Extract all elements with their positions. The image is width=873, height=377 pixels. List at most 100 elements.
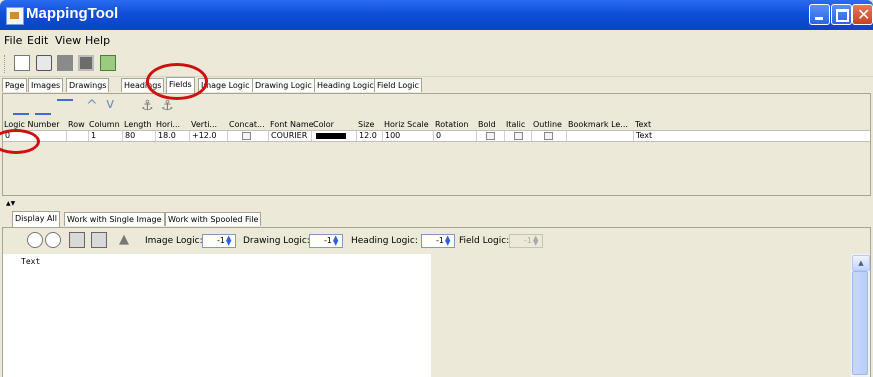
cell-row[interactable] <box>67 131 89 141</box>
col-font-name[interactable]: Font Name <box>270 120 314 129</box>
fields-toolbar: ^ v ⚓ ⚓ <box>3 94 870 119</box>
table-header: Logic Number Row Column Length Hori... V… <box>3 120 870 130</box>
tab-display-all[interactable]: Display All <box>12 211 60 227</box>
delete-row-icon[interactable] <box>57 99 73 115</box>
image-logic-spinner[interactable]: -1 ▲ ▼ <box>202 234 236 248</box>
menu-edit[interactable]: Edit <box>27 34 48 47</box>
cell-column[interactable]: 1 <box>89 131 123 141</box>
concat-checkbox[interactable] <box>242 132 251 140</box>
insert-row-icon[interactable] <box>35 99 51 115</box>
col-text[interactable]: Text <box>635 120 651 129</box>
table-row[interactable]: 0 1 80 18.0 +12.0 COURIER 12.0 100 0 Tex… <box>3 130 870 142</box>
display-toolbar: ▲ Image Logic: -1 ▲ ▼ Drawing Logic: -1 ▲ ▼ … <box>3 228 870 254</box>
tab-page[interactable]: Page <box>2 78 28 92</box>
add-row-icon[interactable] <box>13 99 29 115</box>
col-concat[interactable]: Concat... <box>229 120 265 129</box>
heading-logic-spinner[interactable]: -1 ▲ ▼ <box>421 234 455 248</box>
menu-help[interactable]: Help <box>85 34 110 47</box>
bold-checkbox[interactable] <box>486 132 495 140</box>
tab-drawing-logic[interactable]: Drawing Logic <box>252 78 315 92</box>
italic-checkbox[interactable] <box>514 132 523 140</box>
tab-spooled-file[interactable]: Work with Spooled File <box>165 212 262 226</box>
col-rotation[interactable]: Rotation <box>435 120 468 129</box>
scroll-thumb[interactable] <box>852 271 868 375</box>
col-bold[interactable]: Bold <box>478 120 496 129</box>
col-verti[interactable]: Verti... <box>191 120 217 129</box>
title-bar: MappingTool ✕ <box>0 0 873 30</box>
color-swatch[interactable] <box>316 133 346 139</box>
preview-area <box>431 254 851 377</box>
display-panel: ▲ Image Logic: -1 ▲ ▼ Drawing Logic: -1 ▲ ▼ … <box>2 227 871 377</box>
open-folder-icon[interactable] <box>36 55 52 71</box>
col-hori[interactable]: Hori... <box>156 120 180 129</box>
zoom-out-icon[interactable] <box>27 232 43 248</box>
tab-field-logic[interactable]: Field Logic <box>374 78 422 92</box>
col-color[interactable]: Color <box>313 120 334 129</box>
anchor-icon[interactable]: ⚓ <box>141 98 157 114</box>
cell-size[interactable]: 12.0 <box>357 131 383 141</box>
cell-italic[interactable] <box>505 131 532 141</box>
split-arrows-icon[interactable]: ▲▼ <box>6 200 15 207</box>
move-down-icon[interactable]: v <box>106 97 122 115</box>
move-up-icon[interactable]: ^ <box>86 99 102 115</box>
zoom-in-icon[interactable] <box>45 232 61 248</box>
save-all-icon[interactable] <box>78 55 94 71</box>
field-logic-label: Field Logic: <box>459 236 510 246</box>
tab-image-logic[interactable]: Image Logic <box>198 78 253 92</box>
cell-font-name[interactable]: COURIER <box>269 131 312 141</box>
scroll-up-icon[interactable]: ▲ <box>852 255 870 271</box>
tab-single-image[interactable]: Work with Single Image <box>64 212 165 226</box>
tab-images[interactable]: Images <box>28 78 64 92</box>
cell-length[interactable]: 80 <box>123 131 156 141</box>
col-horiz-scale[interactable]: Horiz Scale <box>384 120 429 129</box>
col-length[interactable]: Length <box>124 120 152 129</box>
main-toolbar <box>0 52 873 77</box>
tab-fields[interactable]: Fields <box>166 77 195 93</box>
minimize-button[interactable] <box>809 4 830 25</box>
cell-text[interactable]: Text <box>634 131 870 141</box>
page-settings-icon[interactable] <box>91 232 107 248</box>
cell-logic-number[interactable]: 0 <box>3 131 67 141</box>
menu-bar: File Edit View Help <box>0 30 873 50</box>
outline-checkbox[interactable] <box>544 132 553 140</box>
col-logic-number[interactable]: Logic Number <box>4 120 60 129</box>
field-logic-spinner: -1 ▲ ▼ <box>509 234 543 248</box>
menu-file[interactable]: File <box>4 34 22 47</box>
tab-drawings[interactable]: Drawings <box>66 78 110 92</box>
col-column[interactable]: Column <box>89 120 120 129</box>
col-italic[interactable]: Italic <box>506 120 525 129</box>
cell-verti[interactable]: +12.0 <box>190 131 228 141</box>
page-icon[interactable] <box>69 232 85 248</box>
maximize-button[interactable] <box>831 4 852 25</box>
unanchor-icon[interactable]: ⚓ <box>161 98 177 114</box>
save-icon[interactable] <box>57 55 73 71</box>
drawing-logic-label: Drawing Logic: <box>243 236 310 246</box>
window-title: MappingTool <box>26 5 119 22</box>
heading-logic-label: Heading Logic: <box>351 236 418 246</box>
cell-bookmark-level[interactable] <box>567 131 634 141</box>
cell-bold[interactable] <box>477 131 505 141</box>
cell-outline[interactable] <box>532 131 567 141</box>
col-outline[interactable]: Outline <box>533 120 562 129</box>
close-button[interactable]: ✕ <box>852 4 873 25</box>
cell-horiz-scale[interactable]: 100 <box>383 131 434 141</box>
tab-heading-logic[interactable]: Heading Logic <box>314 78 377 92</box>
cell-color[interactable] <box>312 131 357 141</box>
image-logic-label: Image Logic: <box>145 236 203 246</box>
tab-headings[interactable]: Headings <box>121 78 165 92</box>
col-bookmark-level[interactable]: Bookmark Le... <box>568 120 628 129</box>
new-file-icon[interactable] <box>14 55 30 71</box>
split-divider[interactable]: ▲▼ <box>0 197 873 209</box>
display-text-area[interactable]: Text <box>3 254 431 377</box>
upload-icon[interactable]: ▲ <box>119 232 135 248</box>
cell-concat[interactable] <box>228 131 269 141</box>
col-size[interactable]: Size <box>358 120 374 129</box>
menu-view[interactable]: View <box>55 34 81 47</box>
export-icon[interactable] <box>100 55 116 71</box>
cell-rotation[interactable]: 0 <box>434 131 477 141</box>
cell-hori[interactable]: 18.0 <box>156 131 190 141</box>
col-row[interactable]: Row <box>68 120 85 129</box>
vertical-scrollbar[interactable]: ▲ <box>851 254 870 377</box>
drawing-logic-spinner[interactable]: -1 ▲ ▼ <box>309 234 343 248</box>
toolbar-grip[interactable] <box>4 55 8 73</box>
